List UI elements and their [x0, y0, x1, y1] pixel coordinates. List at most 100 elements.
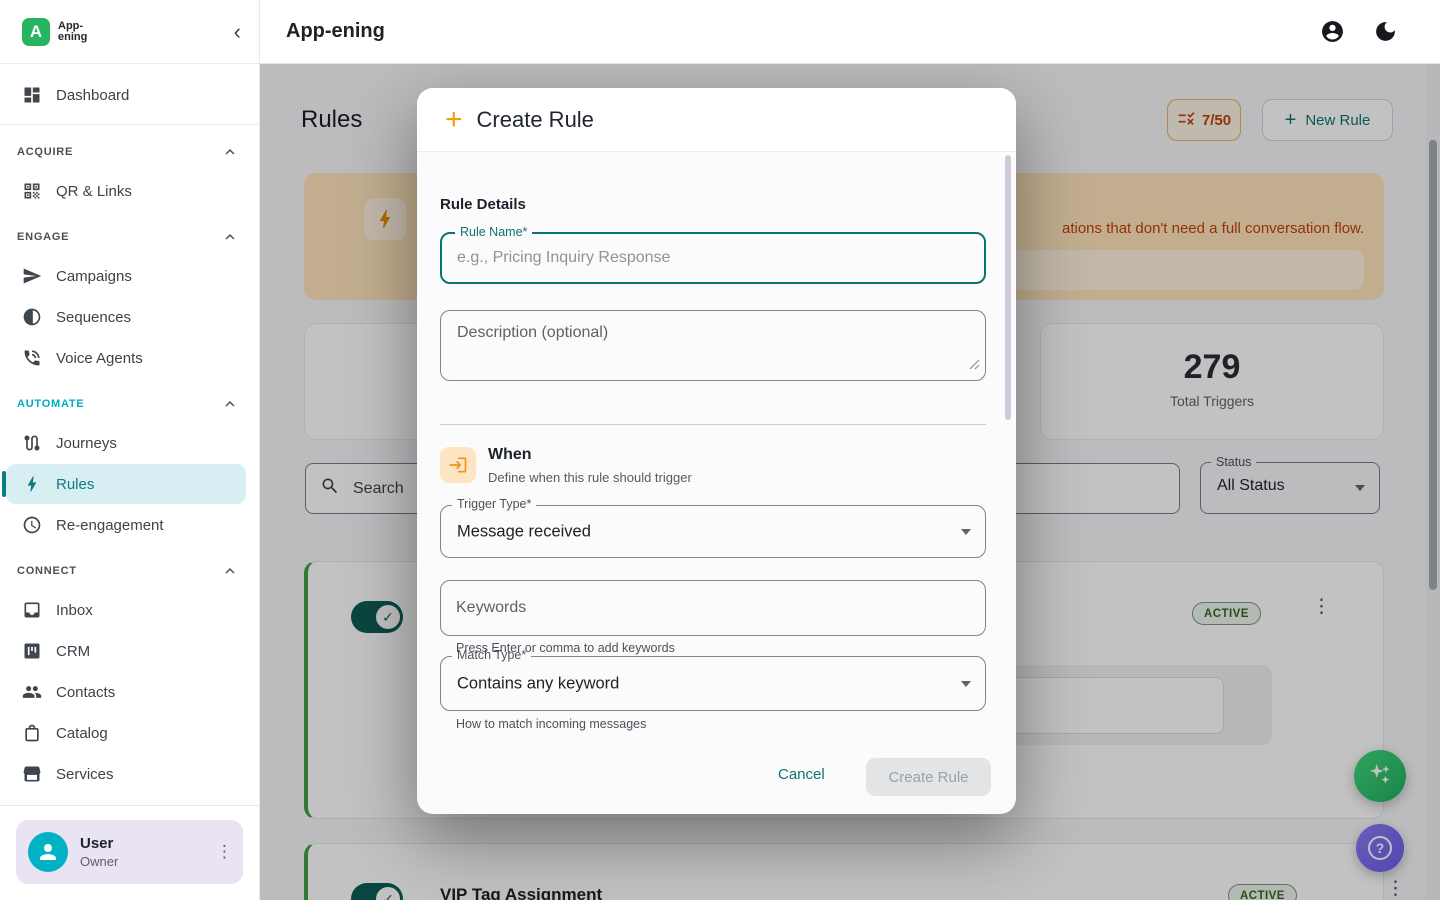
- bolt-icon: [22, 474, 42, 494]
- chevron-up-icon: [221, 562, 239, 580]
- user-role: Owner: [80, 854, 118, 869]
- user-menu-icon[interactable]: ⋮: [216, 845, 233, 859]
- modal-header: + Create Rule: [417, 88, 1016, 152]
- sidebar-section-label: CONNECT: [17, 565, 77, 577]
- create-rule-button[interactable]: Create Rule: [866, 758, 991, 796]
- user-card[interactable]: User Owner ⋮: [16, 820, 243, 884]
- plus-icon: +: [445, 106, 463, 134]
- chevron-down-icon: [961, 529, 971, 535]
- sidebar-section-label: ENGAGE: [17, 231, 69, 243]
- sidebar-item-crm[interactable]: CRM: [6, 631, 246, 671]
- rule-name-field[interactable]: Rule Name*: [440, 232, 986, 284]
- dark-mode-icon[interactable]: [1373, 19, 1398, 44]
- sidebar-item-sequences[interactable]: Sequences: [6, 297, 246, 337]
- resize-handle-icon[interactable]: [969, 357, 980, 375]
- create-rule-modal: + Create Rule Rule Details Rule Name* De…: [417, 88, 1016, 814]
- sidebar-item-contacts[interactable]: Contacts: [6, 672, 246, 712]
- sidebar-header: A App- ening ‹: [0, 0, 259, 64]
- sidebar-item-catalog[interactable]: Catalog: [6, 713, 246, 753]
- keywords-field[interactable]: [440, 580, 986, 636]
- sidebar-item-label: Journeys: [56, 435, 117, 452]
- sidebar-item-label: Rules: [56, 476, 94, 493]
- sidebar-section-automate[interactable]: AUTOMATE: [0, 386, 259, 422]
- clock-icon: [22, 515, 42, 535]
- sidebar-divider: [0, 124, 259, 125]
- sidebar-section-engage[interactable]: ENGAGE: [0, 219, 259, 255]
- chevron-up-icon: [221, 228, 239, 246]
- sidebar-item-dashboard[interactable]: Dashboard: [6, 75, 246, 115]
- sidebar-nav: Dashboard ACQUIRE QR & Links ENGAGE Campaign…: [0, 64, 259, 835]
- app-title: App-ening: [286, 20, 385, 43]
- user-name: User: [80, 835, 118, 852]
- section-divider: [440, 424, 986, 425]
- sidebar-item-label: Services: [56, 766, 114, 783]
- sidebar-section-connect[interactable]: CONNECT: [0, 553, 259, 589]
- sidebar-item-re-engagement[interactable]: Re-engagement: [6, 505, 246, 545]
- user-avatar-icon: [28, 832, 68, 872]
- match-type-helper-text: How to match incoming messages: [456, 717, 646, 731]
- topbar: App-ening: [260, 0, 1440, 64]
- sidebar-item-label: QR & Links: [56, 183, 132, 200]
- chevron-up-icon: [221, 395, 239, 413]
- modal-body: Rule Details Rule Name* Description (opt…: [417, 152, 1016, 814]
- description-field[interactable]: Description (optional): [440, 310, 986, 381]
- sidebar-section-acquire[interactable]: ACQUIRE: [0, 134, 259, 170]
- trigger-login-icon: [440, 447, 476, 483]
- rule-name-input[interactable]: [457, 234, 967, 282]
- kanban-icon: [22, 641, 42, 661]
- voice-icon: [22, 348, 42, 368]
- qr-icon: [22, 181, 42, 201]
- sidebar-item-label: Inbox: [56, 602, 93, 619]
- sidebar: A App- ening ‹ Dashboard ACQUIRE QR & Link…: [0, 0, 260, 900]
- chevron-down-icon: [961, 681, 971, 687]
- sidebar-item-label: Dashboard: [56, 87, 129, 104]
- modal-title: Create Rule: [477, 107, 594, 133]
- trigger-type-value: Message received: [457, 522, 591, 541]
- cancel-button[interactable]: Cancel: [778, 766, 825, 783]
- sidebar-item-label: Catalog: [56, 725, 108, 742]
- trigger-type-label: Trigger Type*: [452, 497, 536, 511]
- when-heading: When: [488, 446, 532, 464]
- sidebar-section-label: AUTOMATE: [17, 398, 84, 410]
- when-subtitle: Define when this rule should trigger: [488, 470, 692, 485]
- sidebar-item-rules[interactable]: Rules: [6, 464, 246, 504]
- sidebar-item-label: Sequences: [56, 309, 131, 326]
- trigger-type-select[interactable]: Trigger Type* Message received: [440, 505, 986, 558]
- sidebar-item-voice-agents[interactable]: Voice Agents: [6, 338, 246, 378]
- sidebar-footer: User Owner ⋮: [0, 805, 259, 900]
- brand-name: App- ening: [58, 21, 87, 43]
- rule-details-heading: Rule Details: [440, 196, 526, 213]
- sidebar-item-label: Campaigns: [56, 268, 132, 285]
- dashboard-icon: [22, 85, 42, 105]
- sidebar-item-label: CRM: [56, 643, 90, 660]
- modal-scrollbar-thumb[interactable]: [1005, 155, 1011, 420]
- keywords-input[interactable]: [456, 581, 956, 635]
- sequences-icon: [22, 307, 42, 327]
- match-type-select[interactable]: Match Type* Contains any keyword: [440, 656, 986, 711]
- people-icon: [22, 682, 42, 702]
- sidebar-item-label: Voice Agents: [56, 350, 143, 367]
- login-icon: [448, 455, 468, 475]
- send-icon: [22, 266, 42, 286]
- sidebar-item-qr-links[interactable]: QR & Links: [6, 171, 246, 211]
- keywords-helper-text: Press Enter or comma to add keywords: [456, 641, 675, 655]
- sidebar-item-inbox[interactable]: Inbox: [6, 590, 246, 630]
- app-screen: A App- ening ‹ Dashboard ACQUIRE QR & Link…: [0, 0, 1440, 900]
- sidebar-collapse-icon[interactable]: ‹: [234, 22, 241, 42]
- sidebar-item-services[interactable]: Services: [6, 754, 246, 794]
- match-type-value: Contains any keyword: [457, 674, 619, 693]
- brand-line2: ening: [58, 32, 87, 43]
- sidebar-item-journeys[interactable]: Journeys: [6, 423, 246, 463]
- app-logo: A: [22, 18, 50, 46]
- user-meta: User Owner: [80, 835, 118, 869]
- description-label: Description (optional): [457, 324, 608, 342]
- sidebar-item-label: Contacts: [56, 684, 115, 701]
- bag-icon: [22, 723, 42, 743]
- sidebar-section-label: ACQUIRE: [17, 146, 73, 158]
- sidebar-item-campaigns[interactable]: Campaigns: [6, 256, 246, 296]
- route-icon: [22, 433, 42, 453]
- store-icon: [22, 764, 42, 784]
- inbox-icon: [22, 600, 42, 620]
- account-icon[interactable]: [1320, 19, 1345, 44]
- chevron-up-icon: [221, 143, 239, 161]
